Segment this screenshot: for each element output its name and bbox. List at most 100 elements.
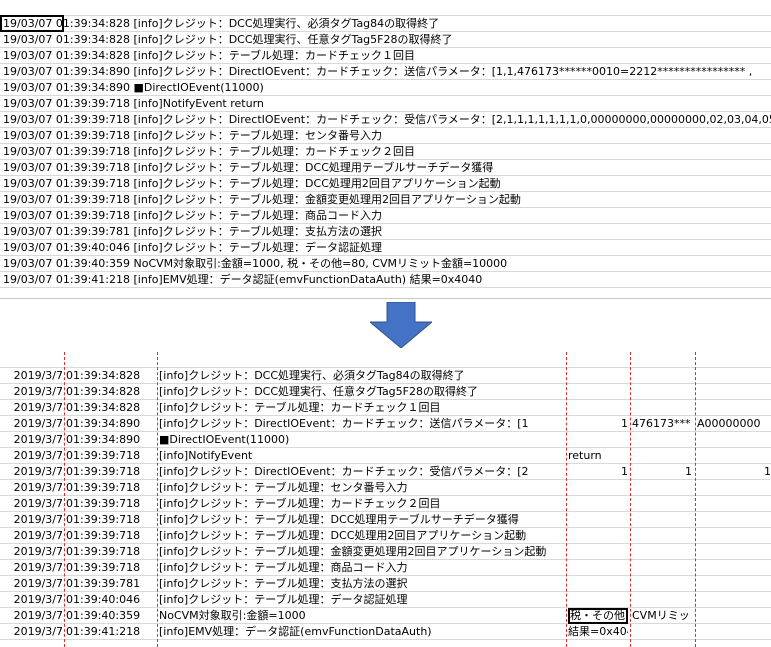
time-cell[interactable]: 01:39:34:828 [66, 384, 156, 400]
time-cell[interactable]: 01:39:41:218 [66, 624, 156, 640]
date-cell[interactable]: 2019/3/7 [0, 608, 63, 624]
table-row[interactable]: 2019/3/7 01:39:41:218 [info]EMV処理：データ認証(em… [0, 624, 771, 640]
date-cell[interactable]: 2019/3/7 [0, 512, 63, 528]
date-cell[interactable]: 2019/3/7 [0, 496, 63, 512]
value-cell-2[interactable] [632, 368, 692, 384]
log-cell[interactable]: 19/03/07 01:39:39:718 [info]クレジット：テーブル処理… [3, 192, 771, 208]
date-cell[interactable]: 2019/3/7 [0, 464, 63, 480]
date-cell[interactable]: 2019/3/7 [0, 624, 63, 640]
table-row[interactable]: 2019/3/7 01:39:39:718 [info]クレジット：テーブル処理：金… [0, 544, 771, 560]
log-row[interactable]: 19/03/07 01:39:39:718 [info]クレジット：テーブル処理… [0, 208, 771, 224]
value-cell-2[interactable] [632, 528, 692, 544]
time-cell[interactable]: 01:39:34:828 [66, 400, 156, 416]
value-cell-1[interactable] [568, 496, 628, 512]
message-cell[interactable]: [info]クレジット：テーブル処理：支払方法の選択 [159, 576, 564, 592]
table-row[interactable]: 2019/3/7 01:39:39:718 [info]NotifyEvent ret… [0, 448, 771, 464]
time-cell[interactable]: 01:39:39:781 [66, 576, 156, 592]
value-cell-3[interactable] [697, 400, 771, 416]
log-row[interactable]: 19/03/07 01:39:34:828 [info]クレジット：テーブル処理… [0, 48, 771, 64]
log-cell[interactable]: 19/03/07 01:39:34:828 [info]クレジット：テーブル処理… [3, 48, 771, 64]
message-cell[interactable]: [info]クレジット：テーブル処理：データ認証処理 [159, 592, 564, 608]
message-cell[interactable]: ■DirectIOEvent(11000) [159, 432, 564, 448]
time-cell[interactable]: 01:39:39:718 [66, 464, 156, 480]
value-cell-2[interactable] [632, 592, 692, 608]
log-cell[interactable]: 19/03/07 01:39:39:718 [info]クレジット：テーブル処理… [3, 208, 771, 224]
value-cell-2[interactable] [632, 384, 692, 400]
value-cell-3[interactable] [697, 384, 771, 400]
date-cell[interactable]: 2019/3/7 [0, 448, 63, 464]
value-cell-3[interactable] [697, 432, 771, 448]
time-cell[interactable]: 01:39:34:890 [66, 432, 156, 448]
log-row[interactable]: 19/03/07 01:39:39:718 [info]クレジット：テーブル処理… [0, 128, 771, 144]
table-row[interactable]: 2019/3/7 01:39:39:718 [info]クレジット：テーブル処理：カ… [0, 496, 771, 512]
time-cell[interactable]: 01:39:39:718 [66, 512, 156, 528]
value-cell-1[interactable] [568, 368, 628, 384]
value-cell-1[interactable] [568, 432, 628, 448]
value-cell-3[interactable]: 1 [697, 464, 771, 480]
value-cell-3[interactable] [697, 496, 771, 512]
log-cell[interactable]: 19/03/07 01:39:40:359 NoCVM対象取引:金額=1000,… [3, 256, 771, 272]
date-cell[interactable]: 2019/3/7 [0, 576, 63, 592]
message-cell[interactable]: [info]NotifyEvent [159, 448, 564, 464]
time-cell[interactable]: 01:39:40:046 [66, 592, 156, 608]
value-cell-2[interactable] [632, 544, 692, 560]
log-cell[interactable]: 19/03/07 01:39:34:828 [info]クレジット：DCC処理実… [3, 16, 771, 32]
value-cell-1[interactable] [568, 480, 628, 496]
log-cell[interactable]: 19/03/07 01:39:40:046 [info]クレジット：テーブル処理… [3, 240, 771, 256]
table-row[interactable]: 2019/3/7 01:39:39:718 [info]クレジット：テーブル処理：D… [0, 512, 771, 528]
message-cell[interactable]: [info]クレジット：テーブル処理：DCC処理用2回目アプリケーション起動 [159, 528, 564, 544]
log-cell[interactable]: 19/03/07 01:39:39:718 [info]クレジット：テーブル処理… [3, 160, 771, 176]
bottom-spreadsheet[interactable]: 2019/3/7 01:39:34:828 [info]クレジット：DCC処理実行、… [0, 352, 771, 647]
log-row[interactable]: 19/03/07 01:39:39:718 [info]NotifyEvent … [0, 96, 771, 112]
log-row[interactable]: 19/03/07 01:39:39:781 [info]クレジット：テーブル処理… [0, 224, 771, 240]
log-row[interactable]: 19/03/07 01:39:34:828 [info]クレジット：DCC処理実… [0, 16, 771, 32]
log-cell[interactable]: 19/03/07 01:39:39:781 [info]クレジット：テーブル処理… [3, 224, 771, 240]
message-cell[interactable]: [info]クレジット：DirectIOEvent：カードチェック：送信パラメー… [159, 416, 564, 432]
value-cell-2[interactable] [632, 624, 692, 640]
value-cell-3[interactable] [697, 576, 771, 592]
value-cell-1[interactable]: 税・その他=80 [568, 608, 628, 624]
log-cell[interactable]: 19/03/07 01:39:39:718 [info]クレジット：Direct… [3, 112, 771, 128]
value-cell-1[interactable] [568, 544, 628, 560]
date-cell[interactable]: 2019/3/7 [0, 368, 63, 384]
log-cell[interactable]: 19/03/07 01:39:34:890 [info]クレジット：Direct… [3, 64, 771, 80]
date-cell[interactable]: 2019/3/7 [0, 560, 63, 576]
time-cell[interactable]: 01:39:39:718 [66, 560, 156, 576]
time-cell[interactable]: 01:39:39:718 [66, 480, 156, 496]
message-cell[interactable]: [info]クレジット：DCC処理実行、必須タグTag84の取得終了 [159, 368, 564, 384]
value-cell-2[interactable] [632, 480, 692, 496]
table-row[interactable]: 2019/3/7 01:39:34:890 [info]クレジット：DirectIO… [0, 416, 771, 432]
date-cell[interactable]: 2019/3/7 [0, 384, 63, 400]
date-cell[interactable]: 2019/3/7 [0, 528, 63, 544]
value-cell-2[interactable] [632, 512, 692, 528]
value-cell-1[interactable] [568, 512, 628, 528]
log-row[interactable]: 19/03/07 01:39:39:718 [info]クレジット：テーブル処理… [0, 192, 771, 208]
table-row[interactable]: 2019/3/7 01:39:34:890 ■DirectIOEvent(11000… [0, 432, 771, 448]
log-row[interactable]: 19/03/07 01:39:34:828 [info]クレジット：DCC処理実… [0, 32, 771, 48]
log-row[interactable]: 19/03/07 01:39:39:718 [info]クレジット：Direct… [0, 112, 771, 128]
time-cell[interactable]: 01:39:39:718 [66, 528, 156, 544]
log-cell[interactable]: 19/03/07 01:39:39:718 [info]クレジット：テーブル処理… [3, 128, 771, 144]
value-cell-3[interactable] [697, 368, 771, 384]
message-cell[interactable]: [info]クレジット：テーブル処理：DCC処理用テーブルサーチデータ獲得 [159, 512, 564, 528]
log-row[interactable]: 19/03/07 01:39:34:890 [info]クレジット：Direct… [0, 64, 771, 80]
log-cell[interactable]: 19/03/07 01:39:34:890 ■DirectIOEvent(110… [3, 80, 771, 96]
value-cell-1[interactable] [568, 592, 628, 608]
time-cell[interactable]: 01:39:34:828 [66, 368, 156, 384]
top-spreadsheet[interactable]: 19/03/07 01:39:34:828 [info]クレジット：DCC処理実… [0, 0, 771, 299]
message-cell[interactable]: [info]クレジット：テーブル処理：商品コード入力 [159, 560, 564, 576]
value-cell-3[interactable] [697, 528, 771, 544]
table-row[interactable]: 2019/3/7 01:39:40:046 [info]クレジット：テーブル処理：デ… [0, 592, 771, 608]
date-cell[interactable]: 2019/3/7 [0, 416, 63, 432]
log-cell[interactable]: 19/03/07 01:39:39:718 [info]クレジット：テーブル処理… [3, 176, 771, 192]
value-cell-3[interactable] [697, 608, 771, 624]
time-cell[interactable]: 01:39:39:718 [66, 544, 156, 560]
value-cell-1[interactable]: 1 [568, 416, 628, 432]
value-cell-1[interactable]: 結果=0x4040 [568, 624, 628, 640]
log-cell[interactable]: 19/03/07 01:39:34:828 [info]クレジット：DCC処理実… [3, 32, 771, 48]
message-cell[interactable]: [info]EMV処理：データ認証(emvFunctionDataAuth) [159, 624, 564, 640]
log-row[interactable]: 19/03/07 01:39:40:359 NoCVM対象取引:金額=1000,… [0, 256, 771, 272]
date-cell[interactable]: 2019/3/7 [0, 592, 63, 608]
table-row[interactable]: 2019/3/7 01:39:39:718 [info]クレジット：テーブル処理：D… [0, 528, 771, 544]
value-cell-3[interactable] [697, 624, 771, 640]
